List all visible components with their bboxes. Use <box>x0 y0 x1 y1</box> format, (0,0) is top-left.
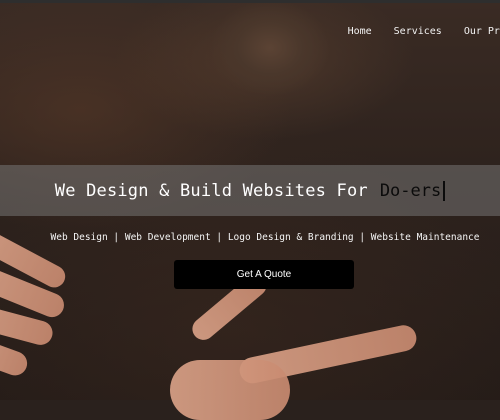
hand-palm <box>170 360 290 420</box>
get-a-quote-button[interactable]: Get A Quote <box>174 260 354 289</box>
services-list: Web Design | Web Development | Logo Desi… <box>50 232 480 243</box>
nav-item-services[interactable]: Services <box>394 26 442 37</box>
nav-item-our-process[interactable]: Our Proc <box>464 26 500 37</box>
typed-word-text: Do-ers <box>379 180 442 201</box>
hero-headline: We Design & Build Websites For <box>54 180 368 201</box>
top-edge <box>0 0 500 3</box>
hand-finger-4 <box>0 335 31 379</box>
nav-item-home[interactable]: Home <box>348 26 372 37</box>
main-nav: Home Services Our Proc <box>348 26 500 37</box>
text-cursor <box>443 180 446 201</box>
typed-word: Do-ers <box>379 180 446 201</box>
headline-banner: We Design & Build Websites For Do-ers <box>0 165 500 216</box>
